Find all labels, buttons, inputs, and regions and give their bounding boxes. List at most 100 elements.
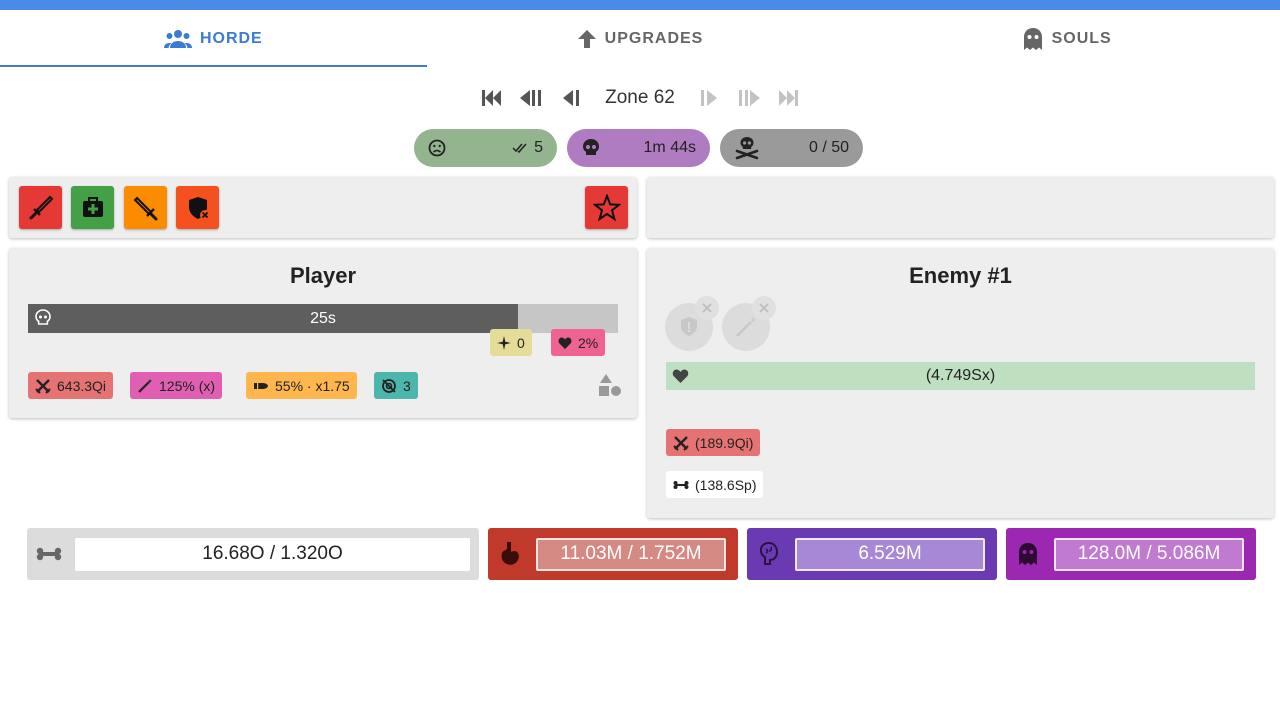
forward-ten-zones-button[interactable] — [735, 85, 761, 111]
skull-icon — [583, 139, 599, 155]
enemy-bone-value: (138.6Sp) — [695, 476, 757, 493]
tab-upgrades-label: UPGRADES — [604, 30, 704, 47]
top-accent-bar — [0, 0, 1280, 10]
shapes-icon[interactable] — [597, 372, 623, 398]
souls-icon-wrap — [1006, 542, 1050, 566]
zone-navigation: Zone 62 — [0, 82, 1280, 114]
star-icon — [592, 193, 621, 221]
player-panel: Player 25s 0 2% 643.3Qi 125% (x) 55% · x… — [9, 248, 637, 418]
target-off-icon — [382, 378, 396, 393]
blade-icon — [133, 196, 157, 220]
timer-pill: 1m 44s — [567, 129, 710, 167]
brains-resource: 6.529M — [747, 528, 997, 580]
status-pills: 5 1m 44s 0 / 50 — [0, 129, 1280, 167]
last-zone-button[interactable] — [775, 85, 801, 111]
step-back-icon — [563, 90, 580, 106]
enemy-health-text: (4.749Sx) — [925, 367, 996, 384]
fast-forward-icon — [738, 90, 760, 106]
boss-value: 0 / 50 — [808, 139, 849, 156]
bone-icon — [673, 480, 689, 489]
tab-horde[interactable]: HORDE — [0, 10, 427, 68]
kills-pill: 5 — [414, 129, 557, 167]
skip-first-icon — [482, 90, 502, 106]
close-icon — [759, 303, 769, 313]
enemy-shield-close — [695, 296, 719, 320]
action-toolbar — [9, 177, 637, 238]
double-check-icon — [512, 143, 527, 154]
damage-value: 643.3Qi — [57, 377, 107, 394]
group-icon — [163, 30, 192, 48]
bones-icon-wrap — [27, 547, 71, 561]
medkit-icon — [82, 196, 103, 217]
bullet-icon — [254, 382, 268, 389]
shield-icon — [681, 317, 697, 336]
enemy-panel: Enemy #1 (4.749Sx) (189.9Qi) (138.6Sp) — [647, 248, 1274, 518]
prestige-button[interactable] — [585, 186, 628, 229]
brains-value: 6.529M — [795, 537, 985, 571]
sparkle-tag: 0 — [490, 329, 532, 356]
enemy-damage-stat: (189.9Qi) — [666, 429, 761, 456]
sad-face-icon — [428, 139, 446, 157]
skull-crossbones-icon — [735, 137, 759, 160]
stomach-icon — [501, 542, 519, 565]
shield-x-icon — [188, 196, 210, 220]
boss-pill: 0 / 50 — [720, 129, 863, 167]
blood-icon-wrap — [488, 541, 532, 567]
enemy-title: Enemy #1 — [909, 263, 1012, 288]
fast-back-icon — [520, 90, 542, 106]
blood-value: 11.03M / 1.752M — [536, 537, 726, 571]
souls-value: 128.0M / 5.086M — [1054, 537, 1244, 571]
bones-resource: 16.68O / 1.320O — [27, 528, 479, 580]
lifesteal-tag: 2% — [551, 329, 606, 356]
enemy-toolbar — [647, 177, 1274, 238]
enemy-bone-stat: (138.6Sp) — [666, 471, 764, 498]
ghost-icon — [1019, 543, 1037, 565]
tab-horde-label: HORDE — [199, 30, 263, 47]
step-forward-icon — [700, 90, 717, 106]
close-icon — [702, 303, 712, 313]
skip-last-icon — [778, 90, 798, 106]
attack-button[interactable] — [19, 186, 62, 229]
tab-souls[interactable]: SOULS — [853, 10, 1280, 68]
lifesteal-value: 2% — [578, 334, 599, 351]
timer-value: 1m 44s — [643, 139, 696, 156]
blade-button[interactable] — [124, 186, 167, 229]
crossed-swords-icon — [673, 435, 689, 451]
crossed-swords-icon — [35, 378, 51, 394]
souls-resource: 128.0M / 5.086M — [1006, 528, 1256, 580]
target-stat: 3 — [374, 372, 418, 399]
heal-button[interactable] — [71, 186, 114, 229]
kills-value: 5 — [534, 139, 543, 156]
bone-icon — [36, 547, 62, 561]
enemy-magic-close — [752, 296, 776, 320]
tab-souls-label: SOULS — [1051, 30, 1112, 47]
brain-icon — [759, 541, 779, 565]
crit-stat: 125% (x) — [130, 372, 223, 399]
main-tabs: HORDE UPGRADES SOULS — [0, 10, 1280, 68]
sparkle-value: 0 — [517, 334, 525, 351]
blood-resource: 11.03M / 1.752M — [488, 528, 738, 580]
back-ten-zones-button[interactable] — [519, 85, 545, 111]
next-zone-button[interactable] — [695, 85, 721, 111]
heart-icon — [558, 337, 572, 349]
magic-wand-icon — [138, 378, 152, 393]
brains-icon-wrap — [747, 541, 791, 567]
zone-label: Zone 62 — [605, 87, 675, 108]
sword-icon — [29, 195, 53, 219]
bullet-stat: 55% · x1.75 — [246, 372, 357, 399]
bullet-value: 55% · x1.75 — [275, 377, 350, 394]
bones-value: 16.68O / 1.320O — [75, 537, 470, 571]
target-value: 3 — [403, 377, 411, 394]
defense-button[interactable] — [176, 186, 219, 229]
player-title: Player — [289, 263, 357, 288]
ghost-icon — [1023, 28, 1042, 50]
crit-value: 125% (x) — [159, 377, 216, 394]
enemy-health-bar: (4.749Sx) — [666, 362, 1255, 390]
first-zone-button[interactable] — [479, 85, 505, 111]
damage-stat: 643.3Qi — [28, 372, 114, 399]
tab-upgrades[interactable]: UPGRADES — [427, 10, 854, 68]
enemy-damage-value: (189.9Qi) — [695, 434, 754, 451]
sparkle-icon — [497, 335, 511, 350]
previous-zone-button[interactable] — [559, 85, 585, 111]
magic-wand-icon — [736, 317, 756, 337]
